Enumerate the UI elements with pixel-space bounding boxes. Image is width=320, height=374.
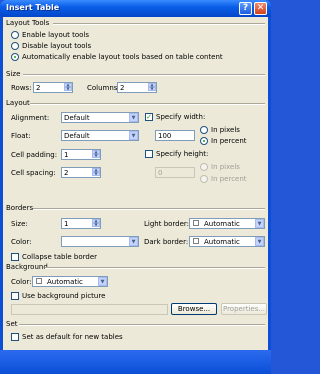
enable-layout-tools-radio[interactable] [11,31,19,39]
light-border-value: Automatic [204,220,240,228]
divider [23,74,265,76]
width-pixels-radio[interactable] [200,126,208,134]
dark-border-label: Dark border: [144,238,189,246]
down-arrow-icon[interactable]: ▼ [92,172,100,176]
columns-label: Columns: [87,84,120,92]
columns-value: 2 [120,84,125,92]
down-arrow-icon[interactable]: ▼ [92,154,100,158]
height-percent-radio[interactable] [200,175,208,183]
enable-layout-tools-label: Enable layout tools [22,31,90,39]
cell-spacing-label: Cell spacing: [11,169,56,177]
help-button[interactable]: ? [239,2,252,15]
float-value: Default [64,132,90,140]
chevron-down-icon[interactable]: ▼ [98,277,107,286]
rows-label: Rows: [11,84,32,92]
auto-layout-tools-radio[interactable] [11,53,19,61]
float-select[interactable]: Default ▼ [61,130,139,141]
light-border-label: Light border: [144,220,190,228]
disable-layout-tools-radio[interactable] [11,42,19,50]
layout-tools-section-label: Layout Tools [6,19,50,27]
dark-border-value: Automatic [204,238,240,246]
dark-border-select[interactable]: Automatic ▼ [189,236,265,247]
divider [19,324,265,326]
alignment-select[interactable]: Default ▼ [61,112,139,123]
divider [45,267,265,269]
alignment-label: Alignment: [11,114,50,122]
border-size-stepper[interactable]: 1 ▲ ▼ [61,218,101,229]
down-arrow-icon[interactable]: ▼ [148,87,156,91]
chevron-down-icon[interactable]: ▼ [129,113,138,122]
divider [33,208,265,210]
chevron-down-icon[interactable]: ▼ [129,237,138,246]
width-percent-label: In percent [211,137,247,145]
divider [53,23,265,25]
specify-height-label: Specify height: [156,150,209,158]
border-size-value: 1 [64,220,69,228]
rows-stepper[interactable]: 2 ▲ ▼ [33,82,73,93]
alignment-value: Default [64,114,90,122]
background-color-label: Color: [11,278,32,286]
properties-button[interactable]: Properties... [221,303,267,315]
float-label: Float: [11,132,31,140]
chevron-down-icon[interactable]: ▼ [129,131,138,140]
columns-stepper[interactable]: 2 ▲ ▼ [117,82,157,93]
window-frame-bottom [0,350,271,374]
divider [30,103,265,105]
borders-section-label: Borders [6,204,34,212]
background-section-label: Background [6,263,48,271]
down-arrow-icon[interactable]: ▼ [64,87,72,91]
background-color-select[interactable]: Automatic ▼ [32,276,108,287]
cell-padding-label: Cell padding: [11,151,58,159]
set-default-label: Set as default for new tables [22,333,123,341]
insert-table-dialog: Insert Table ? ✕ Layout Tools Enable lay… [0,0,271,374]
height-percent-label: In percent [211,175,247,183]
width-value: 100 [158,132,172,140]
use-background-picture-checkbox[interactable] [11,292,19,300]
layout-section-label: Layout [6,99,30,107]
height-field[interactable]: 0 [155,167,195,178]
height-pixels-radio[interactable] [200,163,208,171]
width-pixels-label: In pixels [211,126,240,134]
light-border-select[interactable]: Automatic ▼ [189,218,265,229]
disable-layout-tools-label: Disable layout tools [22,42,92,50]
border-color-label: Color: [11,238,32,246]
use-background-picture-label: Use background picture [22,292,106,300]
specify-width-label: Specify width: [156,113,206,121]
cell-padding-value: 1 [64,151,69,159]
chevron-down-icon[interactable]: ▼ [255,219,264,228]
color-swatch [193,220,199,226]
border-size-label: Size: [11,220,28,228]
cell-spacing-stepper[interactable]: 2 ▲ ▼ [61,167,101,178]
collapse-border-label: Collapse table border [22,253,98,261]
specify-height-checkbox[interactable] [145,150,153,158]
height-value: 0 [158,169,163,177]
cell-padding-stepper[interactable]: 1 ▲ ▼ [61,149,101,160]
width-percent-radio[interactable] [200,137,208,145]
border-color-select[interactable]: ▼ [61,236,139,247]
width-field[interactable]: 100 [155,130,195,141]
height-pixels-label: In pixels [211,163,240,171]
title-bar[interactable]: Insert Table ? ✕ [0,0,271,17]
picture-path-field[interactable] [11,304,168,315]
set-default-checkbox[interactable] [11,333,19,341]
rows-value: 2 [36,84,41,92]
dialog-body: Layout Tools Enable layout tools Disable… [3,17,268,350]
down-arrow-icon[interactable]: ▼ [92,223,100,227]
auto-layout-tools-label: Automatically enable layout tools based … [22,53,223,61]
dialog-title: Insert Table [6,3,60,12]
chevron-down-icon[interactable]: ▼ [255,237,264,246]
color-swatch [36,278,42,284]
collapse-border-checkbox[interactable] [11,253,19,261]
set-section-label: Set [6,320,18,328]
size-section-label: Size [6,70,21,78]
cell-spacing-value: 2 [64,169,69,177]
specify-width-checkbox[interactable]: ✓ [145,113,153,121]
close-button[interactable]: ✕ [254,2,267,15]
color-swatch [193,238,199,244]
background-color-value: Automatic [47,278,83,286]
browse-button[interactable]: Browse... [171,303,217,315]
